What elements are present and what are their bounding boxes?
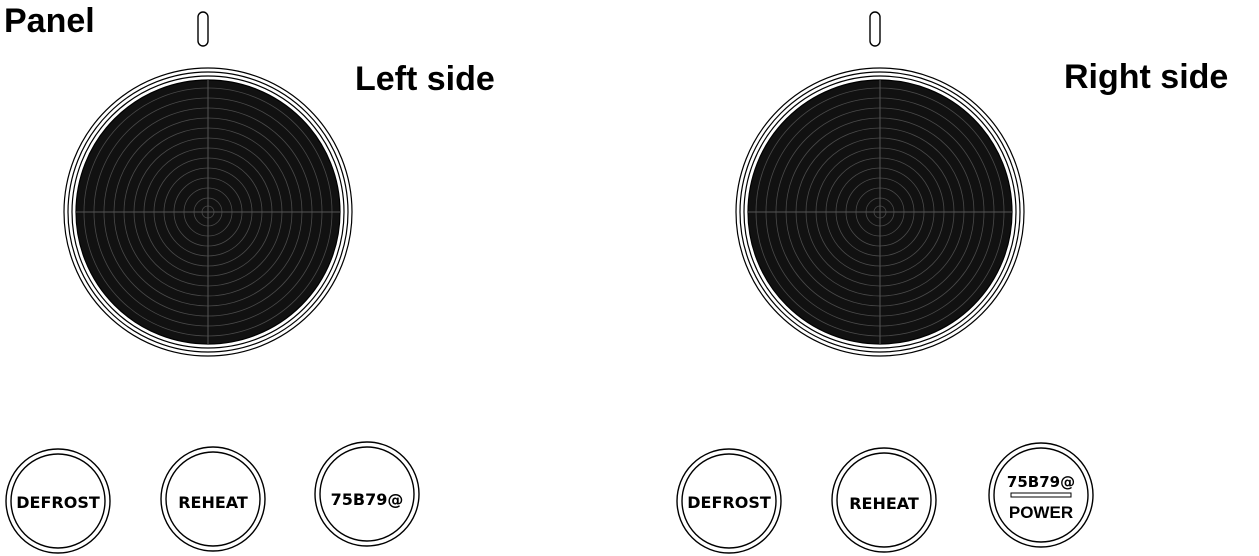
left-reheat-button[interactable]: REHEAT [160,446,266,552]
left-power-button[interactable]: 75B79@ [314,441,420,547]
left-side-group: DEFROST REHEAT 75B79@ [5,11,420,554]
left-defrost-button[interactable]: DEFROST [5,448,111,554]
right-indicator-slot [869,11,881,47]
panel-diagram: DEFROST REHEAT 75B79@ DEFROST REHEAT 75B… [5,11,1094,554]
left-indicator-slot [197,11,209,47]
left-defrost-label: DEFROST [16,493,100,512]
right-power-label: 75B79@ [1007,473,1075,491]
right-defrost-button[interactable]: DEFROST [676,448,782,554]
right-dial-knob[interactable] [735,67,1025,357]
left-dial-knob[interactable] [63,67,353,357]
power-divider [1010,492,1072,498]
right-power-button[interactable]: 75B79@ POWER [988,442,1094,548]
left-power-label: 75B79@ [331,490,404,509]
right-reheat-button[interactable]: REHEAT [831,447,937,553]
right-reheat-label: REHEAT [849,494,919,513]
right-defrost-label: DEFROST [687,493,771,512]
left-reheat-label: REHEAT [178,493,248,512]
right-side-group: DEFROST REHEAT 75B79@ POWER [676,11,1094,554]
right-power-sublabel: POWER [1009,503,1073,522]
